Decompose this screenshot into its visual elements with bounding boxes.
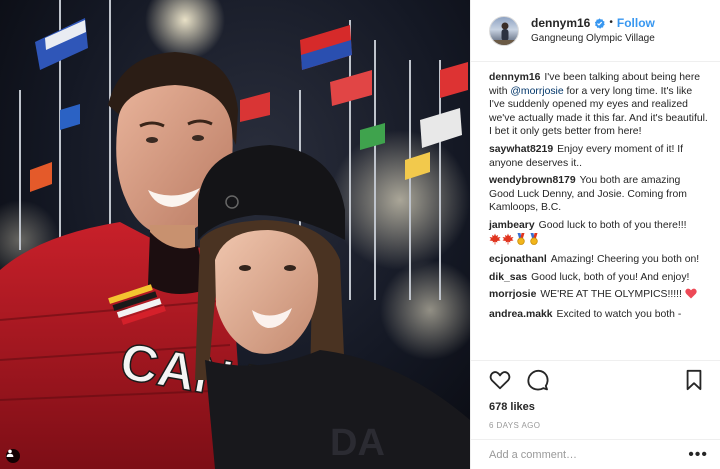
post-photo[interactable]: CANA DA [0,0,470,469]
comment-username[interactable]: dennym16 [489,72,540,83]
comment-username[interactable]: saywhat8219 [489,144,553,155]
photo-illustration: CANA DA [0,0,470,469]
comment-text: Good luck to both of you there!!! [538,219,687,231]
woman-face [215,230,319,354]
comment-username[interactable]: jambeary [489,220,535,231]
list-item: jambeary Good luck to both of you there!!… [489,219,708,249]
list-item: andrea.makk Excited to watch you both - [489,308,708,322]
header-separator: • [609,17,613,28]
comment-text: Good luck, both of you! And enjoy! [531,271,690,283]
woman-eye [284,265,296,271]
comment-username[interactable]: ecjonathanl [489,254,547,265]
caption: dennym16 I've been talking about being he… [489,71,708,139]
list-item: saywhat8219 Enjoy every moment of it! If … [489,143,708,170]
verified-badge-icon [594,18,606,29]
woman-jacket-print: DA [330,422,385,464]
list-item: ecjonathanl Amazing! Cheering you both on… [489,253,708,267]
post-side-panel: dennym16 • Follow Gangneung Olympic Vill… [470,0,720,469]
follow-button[interactable]: Follow [617,16,655,31]
comment-username[interactable]: wendybrown8179 [489,175,576,186]
stadium-light [145,0,225,60]
post-location[interactable]: Gangneung Olympic Village [531,33,655,46]
maple-leaf-icon [502,233,514,250]
post-header: dennym16 • Follow Gangneung Olympic Vill… [471,0,720,62]
maple-leaf-icon [489,233,501,250]
list-item: wendybrown8179 You both are amazing Good … [489,174,708,215]
bookmark-icon[interactable] [684,369,708,393]
man-eye [192,135,204,141]
avatar[interactable] [489,15,519,46]
comment-text: Excited to watch you both - [556,308,682,320]
comments-list[interactable]: dennym16 I've been talking about being he… [471,63,720,359]
add-comment-bar: ••• [471,439,720,469]
comment-username[interactable]: dik_sas [489,272,527,283]
caption-text: I bet it only gets better from here! [489,126,642,138]
medal-icon [528,232,540,250]
medal-icon [515,232,527,250]
comment-text: WE'RE AT THE OLYMPICS!!!!! [540,289,682,301]
mention-link[interactable]: @morrjosie [510,86,563,97]
list-item: morrjosie WE'RE AT THE OLYMPICS!!!!! [489,288,708,304]
post-author-username[interactable]: dennym16 [531,16,590,31]
stadium-light [380,260,470,360]
post-timestamp[interactable]: 6 DAYS AGO [489,421,708,430]
comment-text: Amazing! Cheering you both on! [550,254,700,266]
heart-outline-icon[interactable] [489,369,513,393]
more-options-button[interactable]: ••• [688,446,708,463]
comment-input[interactable] [489,448,689,461]
comment-icon[interactable] [527,369,551,393]
likes-count[interactable]: 678 likes [489,401,708,413]
list-item: dik_sas Good luck, both of you! And enjoy… [489,271,708,285]
comment-username[interactable]: morrjosie [489,289,536,300]
woman-eye [239,265,251,271]
comment-username[interactable]: andrea.makk [489,309,553,320]
heart-icon [685,288,697,304]
user-tag-icon[interactable] [6,449,20,463]
man-eye [146,137,158,143]
